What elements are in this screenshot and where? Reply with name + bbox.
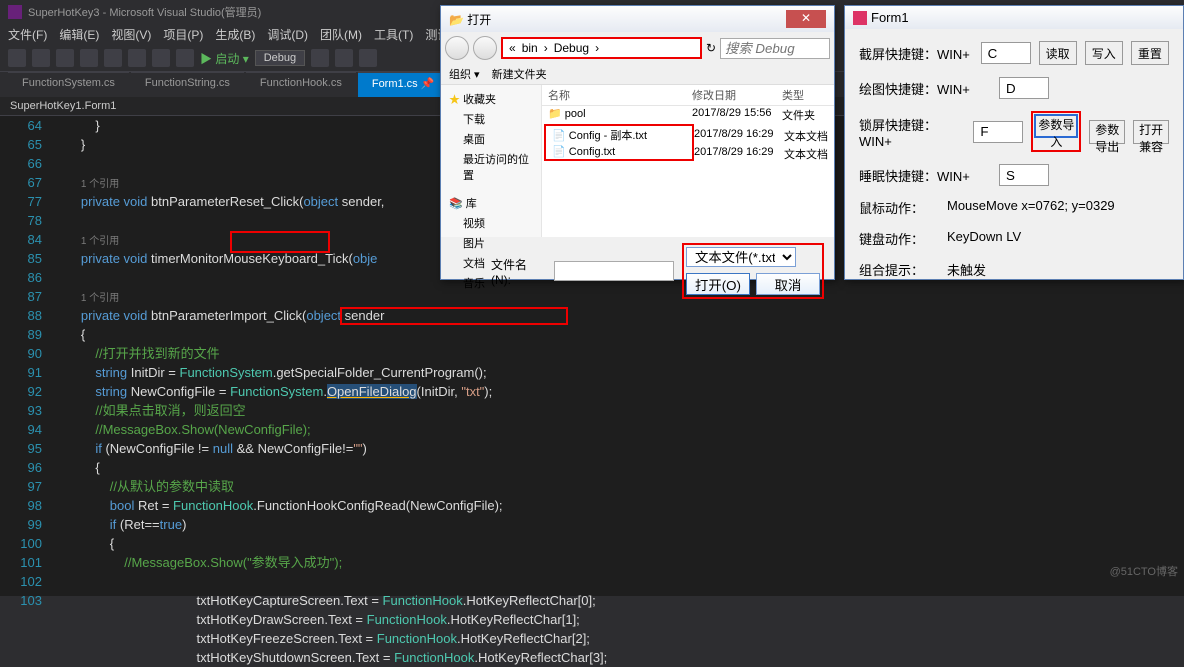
app-icon: [853, 11, 867, 25]
open-file-icon[interactable]: [80, 49, 98, 67]
combo-hint-value: 未触发: [947, 260, 986, 279]
param-export-button[interactable]: 参数导出: [1089, 120, 1125, 144]
col-name[interactable]: 名称: [542, 87, 692, 103]
hotkey-draw-label: 绘图快捷键：WIN+: [859, 79, 991, 98]
app-title-text: Form1: [871, 10, 909, 25]
menu-build[interactable]: 生成(B): [215, 26, 255, 43]
menu-edit[interactable]: 编辑(E): [59, 26, 99, 43]
dialog-nav-bar: « bin › Debug › ↻: [441, 32, 834, 64]
file-list[interactable]: 名称 修改日期 类型 📁 pool2017/8/29 15:56文件夹 📄 Co…: [542, 85, 834, 237]
app-form1-window: Form1 截屏快捷键：WIN+ 读取 写入 重置 绘图快捷键：WIN+ 锁屏快…: [844, 5, 1184, 280]
menu-debug[interactable]: 调试(D): [267, 26, 308, 43]
dialog-cancel-button[interactable]: 取消: [756, 273, 820, 295]
start-debug-button[interactable]: ▶ 启动 ▾: [200, 50, 249, 67]
col-date[interactable]: 修改日期: [692, 87, 782, 103]
dialog-close-button[interactable]: ✕: [786, 10, 826, 28]
combo-hint-label: 组合提示：: [859, 260, 935, 279]
toolbar-extra-2-icon[interactable]: [335, 49, 353, 67]
param-import-button[interactable]: 参数导入: [1034, 114, 1078, 138]
undo-icon[interactable]: [152, 49, 170, 67]
open-file-dialog: 📂 打开 ✕ « bin › Debug › ↻ 组织 ▾ 新建文件夹 ★ 收藏…: [440, 5, 835, 280]
hotkey-sleep-input[interactable]: [999, 164, 1049, 186]
vs-title-text: SuperHotKey3 - Microsoft Visual Studio(管…: [28, 4, 261, 20]
config-dropdown[interactable]: Debug: [255, 50, 305, 66]
tab-functionhook[interactable]: FunctionHook.cs: [246, 72, 356, 97]
hotkey-draw-input[interactable]: [999, 77, 1049, 99]
tab-functionstring[interactable]: FunctionString.cs: [131, 72, 244, 97]
read-button[interactable]: 读取: [1039, 41, 1077, 65]
dialog-sidebar: ★ 收藏夹 下载 桌面 最近访问的位置 📚 库 视频 图片 文档 音乐: [441, 85, 542, 237]
dialog-search-input[interactable]: [720, 38, 830, 59]
toolbar-extra-3-icon[interactable]: [359, 49, 377, 67]
mouse-action-value: MouseMove x=0762; y=0329: [947, 198, 1115, 217]
vs-logo-icon: [8, 5, 22, 19]
hotkey-capture-label: 截屏快捷键：WIN+: [859, 44, 973, 63]
new-project-icon[interactable]: [56, 49, 74, 67]
hotkey-sleep-label: 睡眠快捷键：WIN+: [859, 166, 991, 185]
filename-label: 文件名(N):: [451, 256, 546, 287]
dialog-toolbar: 组织 ▾ 新建文件夹: [441, 64, 834, 85]
sidebar-recent[interactable]: 最近访问的位置: [449, 149, 533, 185]
file-row: 📁 pool2017/8/29 15:56文件夹: [542, 106, 834, 124]
key-action-value: KeyDown LV: [947, 229, 1021, 248]
dialog-title-bar[interactable]: 📂 打开 ✕: [441, 6, 834, 32]
menu-project[interactable]: 项目(P): [163, 26, 203, 43]
reset-button[interactable]: 重置: [1131, 41, 1169, 65]
key-action-label: 键盘动作：: [859, 229, 935, 248]
hotkey-lock-label: 锁屏快捷键：WIN+: [859, 115, 965, 149]
refresh-icon[interactable]: ↻: [706, 41, 716, 55]
file-filter-dropdown[interactable]: 文本文件(*.txt): [686, 247, 796, 267]
organize-menu[interactable]: 组织 ▾: [449, 66, 480, 82]
file-row: 📄 Config - 副本.txt: [546, 126, 692, 144]
sidebar-pictures[interactable]: 图片: [449, 233, 533, 253]
dialog-open-button[interactable]: 打开(O): [686, 273, 750, 295]
save-icon[interactable]: [104, 49, 122, 67]
nav-fwd-icon[interactable]: [32, 49, 50, 67]
nav-forward-button[interactable]: [473, 36, 497, 60]
filename-input[interactable]: [554, 261, 674, 281]
menu-view[interactable]: 视图(V): [111, 26, 151, 43]
app-title-bar[interactable]: Form1: [845, 6, 1183, 29]
menu-tools[interactable]: 工具(T): [374, 26, 413, 43]
file-row: 📄 Config.txt: [546, 144, 692, 159]
toggle-compat-button[interactable]: 打开兼容: [1133, 120, 1169, 144]
dialog-title: 打开: [467, 13, 491, 27]
col-type[interactable]: 类型: [782, 87, 832, 103]
menu-team[interactable]: 团队(M): [320, 26, 362, 43]
favorites-star-icon: ★: [449, 94, 460, 106]
new-folder-button[interactable]: 新建文件夹: [492, 66, 547, 82]
nav-back-icon[interactable]: [8, 49, 26, 67]
nav-back-button[interactable]: [445, 36, 469, 60]
save-all-icon[interactable]: [128, 49, 146, 67]
watermark: @51CTO博客: [1110, 563, 1178, 579]
redo-icon[interactable]: [176, 49, 194, 67]
tab-functionsystem[interactable]: FunctionSystem.cs: [8, 72, 129, 97]
sidebar-desktop[interactable]: 桌面: [449, 129, 533, 149]
breadcrumb[interactable]: « bin › Debug ›: [501, 37, 702, 59]
sidebar-videos[interactable]: 视频: [449, 213, 533, 233]
menu-file[interactable]: 文件(F): [8, 26, 47, 43]
sidebar-downloads[interactable]: 下载: [449, 109, 533, 129]
line-number-gutter: 6465666777788485868788899091929394959697…: [0, 116, 52, 596]
hotkey-capture-input[interactable]: [981, 42, 1031, 64]
toolbar-extra-1-icon[interactable]: [311, 49, 329, 67]
mouse-action-label: 鼠标动作：: [859, 198, 935, 217]
write-button[interactable]: 写入: [1085, 41, 1123, 65]
hotkey-lock-input[interactable]: [973, 121, 1023, 143]
